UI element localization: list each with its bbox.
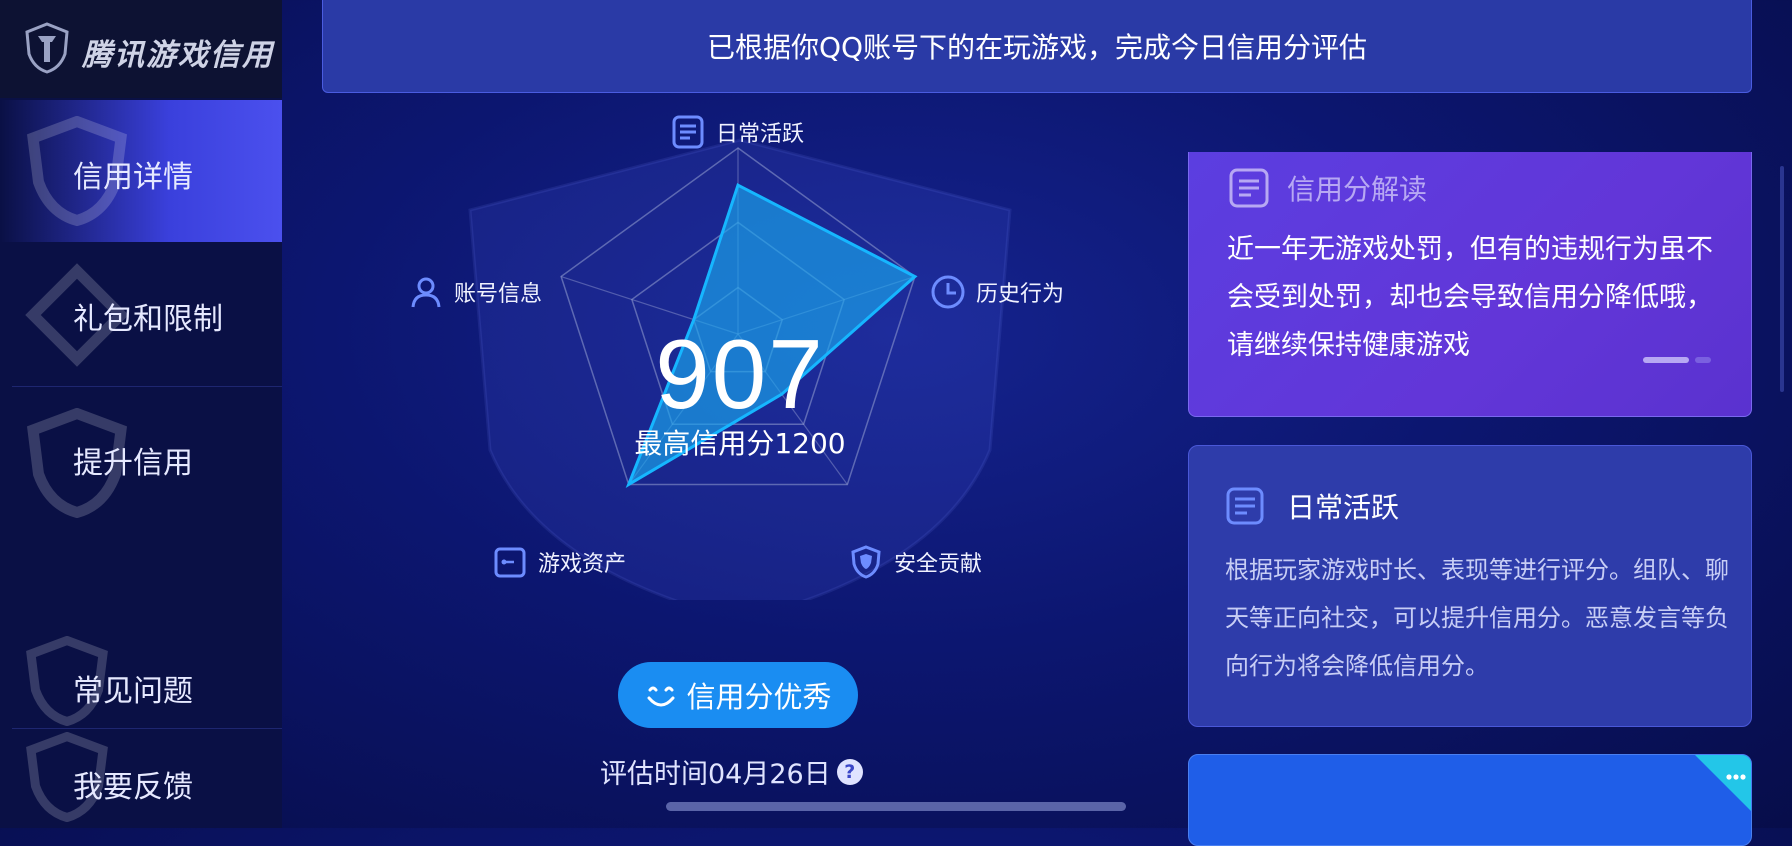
axis-label-history: 历史行为 [930, 274, 1064, 310]
card-header: 信用分解读 [1227, 166, 1427, 210]
smile-icon [647, 686, 675, 707]
sidebar: 腾讯游戏信用 信用详情 礼包和限制 提升信用 常见问题 我要反馈 [0, 0, 282, 828]
credit-interpretation-card: 信用分解读 近一年无游戏处罚，但有的违规行为虽不会受到处罚，却也会导致信用分降低… [1188, 152, 1752, 417]
max-score-text: 最高信用分1200 [634, 427, 846, 460]
axis-label-assets: 游戏资产 [492, 544, 626, 580]
wallet-icon [494, 547, 526, 578]
divider [12, 728, 282, 729]
card-title: 日常活跃 [1287, 491, 1400, 524]
sidebar-item-gifts-limits[interactable]: 礼包和限制 [0, 244, 282, 386]
sidebar-item-credit-details[interactable]: 信用详情 [0, 100, 282, 242]
card-header: 日常活跃 [1225, 486, 1399, 526]
axis-label-daily: 日常活跃 [670, 114, 804, 150]
sidebar-item-faq[interactable]: 常见问题 [0, 636, 282, 726]
axis-label-text: 历史行为 [976, 282, 1065, 307]
divider [12, 386, 282, 387]
sidebar-item-label: 常见问题 [73, 674, 193, 709]
sidebar-item-feedback[interactable]: 我要反馈 [0, 732, 282, 822]
carousel-indicator[interactable] [1643, 357, 1711, 363]
document-icon [1226, 487, 1264, 525]
credit-excellent-badge[interactable]: 信用分优秀 [618, 662, 858, 728]
axis-label-security: 安全贡献 [848, 544, 982, 580]
axis-label-text: 游戏资产 [538, 552, 627, 577]
credit-radar: 日常活跃 历史行为 安全贡献 游戏资产 账号信息 907 最高信用分1200 [360, 115, 1120, 600]
document-icon [1229, 168, 1269, 208]
card-title: 信用分解读 [1287, 173, 1428, 206]
axis-label-text: 日常活跃 [716, 122, 805, 147]
credit-score: 907 [655, 319, 825, 429]
banner-text: 已根据你QQ账号下的在玩游戏，完成今日信用分评估 [706, 31, 1368, 64]
next-card[interactable] [1188, 754, 1752, 846]
axis-label-text: 安全贡献 [894, 552, 983, 577]
document-icon [672, 115, 704, 149]
daily-activity-card: 日常活跃 根据玩家游戏时长、表现等进行评分。组队、聊天等正向社交，可以提升信用分… [1188, 445, 1752, 727]
indicator-inactive [1695, 357, 1711, 363]
eval-time-text: 评估时间04月26日 [600, 759, 831, 790]
vertical-scrollbar[interactable] [1780, 166, 1784, 392]
evaluation-time: 评估时间04月26日 ? [600, 752, 863, 791]
card-body: 根据玩家游戏时长、表现等进行评分。组队、聊天等正向社交，可以提升信用分。恶意发言… [1225, 556, 1729, 680]
logo-text: 腾讯游戏信用 [82, 38, 274, 73]
shield-logo-icon [25, 22, 69, 74]
sidebar-item-label: 信用详情 [73, 160, 193, 195]
evaluation-banner: 已根据你QQ账号下的在玩游戏，完成今日信用分评估 [322, 0, 1752, 93]
user-icon [411, 277, 441, 308]
axis-label-text: 账号信息 [454, 282, 543, 307]
clock-icon [931, 275, 965, 309]
app-logo: 腾讯游戏信用 [0, 0, 282, 98]
sidebar-item-label: 提升信用 [73, 446, 193, 481]
sidebar-item-improve-credit[interactable]: 提升信用 [0, 388, 282, 530]
horizontal-scrollbar[interactable] [666, 802, 1126, 811]
chat-bubble-icon[interactable] [1695, 755, 1751, 811]
help-icon[interactable]: ? [836, 758, 863, 785]
indicator-active [1643, 357, 1689, 363]
shield-icon [851, 545, 881, 579]
sidebar-item-label: 我要反馈 [73, 770, 193, 805]
sidebar-item-label: 礼包和限制 [73, 302, 223, 337]
axis-label-account: 账号信息 [408, 274, 542, 310]
badge-label: 信用分优秀 [686, 680, 832, 714]
card-body: 近一年无游戏处罚，但有的违规行为虽不会受到处罚，却也会导致信用分降低哦，请继续保… [1227, 234, 1713, 361]
